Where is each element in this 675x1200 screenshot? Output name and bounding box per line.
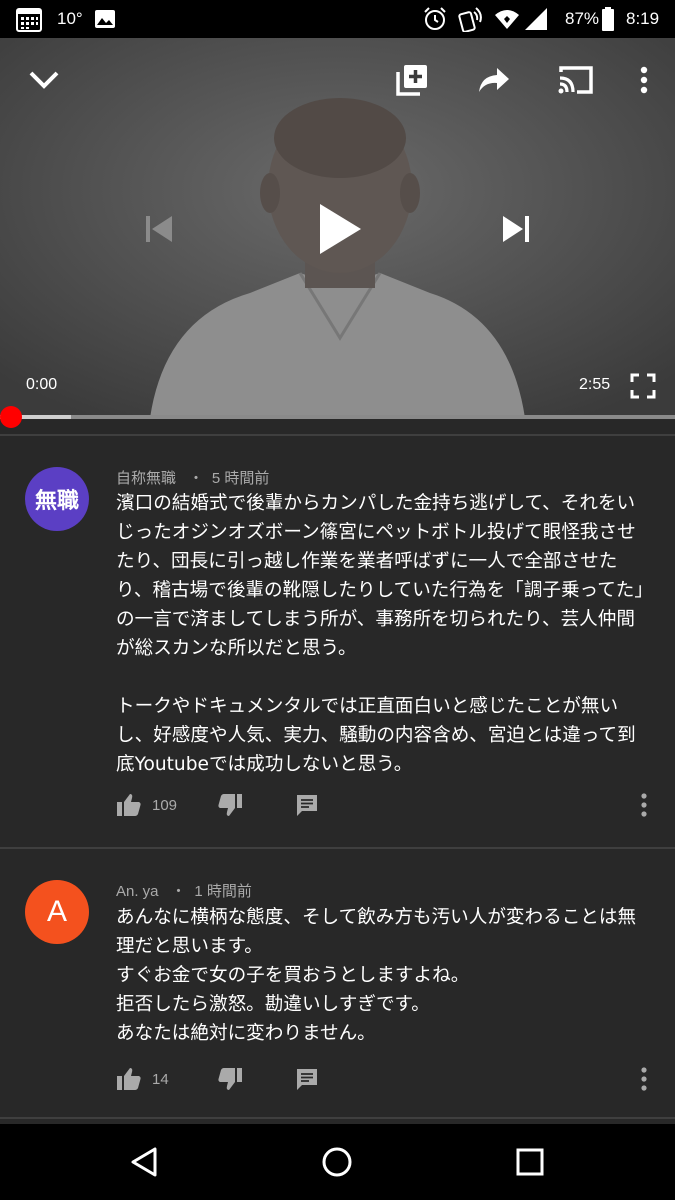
divider <box>0 1117 675 1119</box>
clock-time: 8:19 <box>626 9 660 28</box>
video-player[interactable]: 0:00 2:55 <box>0 38 675 418</box>
meta-separator: ・ <box>180 470 208 487</box>
comment-more-icon[interactable] <box>640 1059 648 1099</box>
reply-button[interactable] <box>295 1059 319 1099</box>
back-icon[interactable] <box>104 1124 184 1200</box>
reply-icon <box>297 1069 317 1090</box>
fullscreen-icon[interactable] <box>626 370 660 402</box>
comment-age: 5 時間前 <box>211 470 270 487</box>
wifi-icon <box>494 0 520 38</box>
like-count: 109 <box>152 796 178 814</box>
meta-separator: ・ <box>162 883 191 900</box>
author-name[interactable]: 自称無職 <box>116 470 176 487</box>
comment-actions: 14 <box>0 1059 675 1099</box>
comment-text: 濱口の結婚式で後輩からカンパした金持ち逃げして、それをいじったオジンオズボーン篠… <box>116 493 644 775</box>
seek-thumb[interactable] <box>0 406 22 428</box>
more-options-icon[interactable] <box>628 60 660 100</box>
comment-text: あんなに横柄な態度、そして飲み方も汚い人が変わることは無理だと思います。 すぐお… <box>116 907 637 1044</box>
home-icon[interactable] <box>297 1124 377 1200</box>
comment-actions: 109 <box>0 785 675 825</box>
current-time: 0:00 <box>26 376 58 393</box>
image-icon <box>94 0 116 38</box>
status-bar: 10° 87% 8:19 <box>0 0 675 38</box>
play-icon[interactable] <box>310 198 370 260</box>
reply-icon <box>297 795 317 816</box>
minimize-chevron-icon[interactable] <box>22 60 66 100</box>
author-name[interactable]: An. ya <box>116 883 159 900</box>
thumb-down-icon <box>218 794 242 816</box>
avatar[interactable]: A <box>25 880 89 944</box>
thumb-up-icon <box>117 794 141 816</box>
like-count: 14 <box>152 1070 169 1088</box>
share-icon[interactable] <box>473 60 515 100</box>
alarm-icon <box>422 0 448 38</box>
signal-icon <box>524 0 548 38</box>
dislike-button[interactable] <box>217 785 243 825</box>
comment-item: A An. ya ・ 1 時間前 あんなに横柄な態度、そして飲み方も汚い人が変わ… <box>0 849 675 1117</box>
thumb-down-icon <box>218 1068 242 1090</box>
cast-icon[interactable] <box>554 60 598 100</box>
seek-bar[interactable] <box>0 415 675 419</box>
recents-icon[interactable] <box>490 1124 570 1200</box>
thumb-up-icon <box>117 1068 141 1090</box>
comment-more-icon[interactable] <box>640 785 648 825</box>
dislike-button[interactable] <box>217 1059 243 1099</box>
like-button[interactable]: 109 <box>116 785 177 825</box>
next-icon[interactable] <box>493 208 539 250</box>
calendar-icon <box>16 0 42 38</box>
add-to-playlist-icon[interactable] <box>391 60 433 100</box>
reply-button[interactable] <box>295 785 319 825</box>
comment-meta: An. ya ・ 1 時間前 <box>116 880 252 901</box>
battery-icon <box>602 0 614 38</box>
battery-percent: 87% <box>565 9 600 28</box>
like-button[interactable]: 14 <box>116 1059 169 1099</box>
avatar[interactable]: 無職 <box>25 467 89 531</box>
nfc-phone-icon <box>458 0 484 38</box>
previous-icon <box>136 208 182 250</box>
duration: 2:55 <box>579 376 611 393</box>
temperature-text: 10° <box>57 9 83 28</box>
comment-meta: 自称無職 ・ 5 時間前 <box>116 467 269 488</box>
navigation-bar <box>0 1124 675 1200</box>
comment-age: 1 時間前 <box>194 883 252 900</box>
comment-item: 無職 自称無職 ・ 5 時間前 濱口の結婚式で後輩からカンパした金持ち逃げして、… <box>0 436 675 846</box>
